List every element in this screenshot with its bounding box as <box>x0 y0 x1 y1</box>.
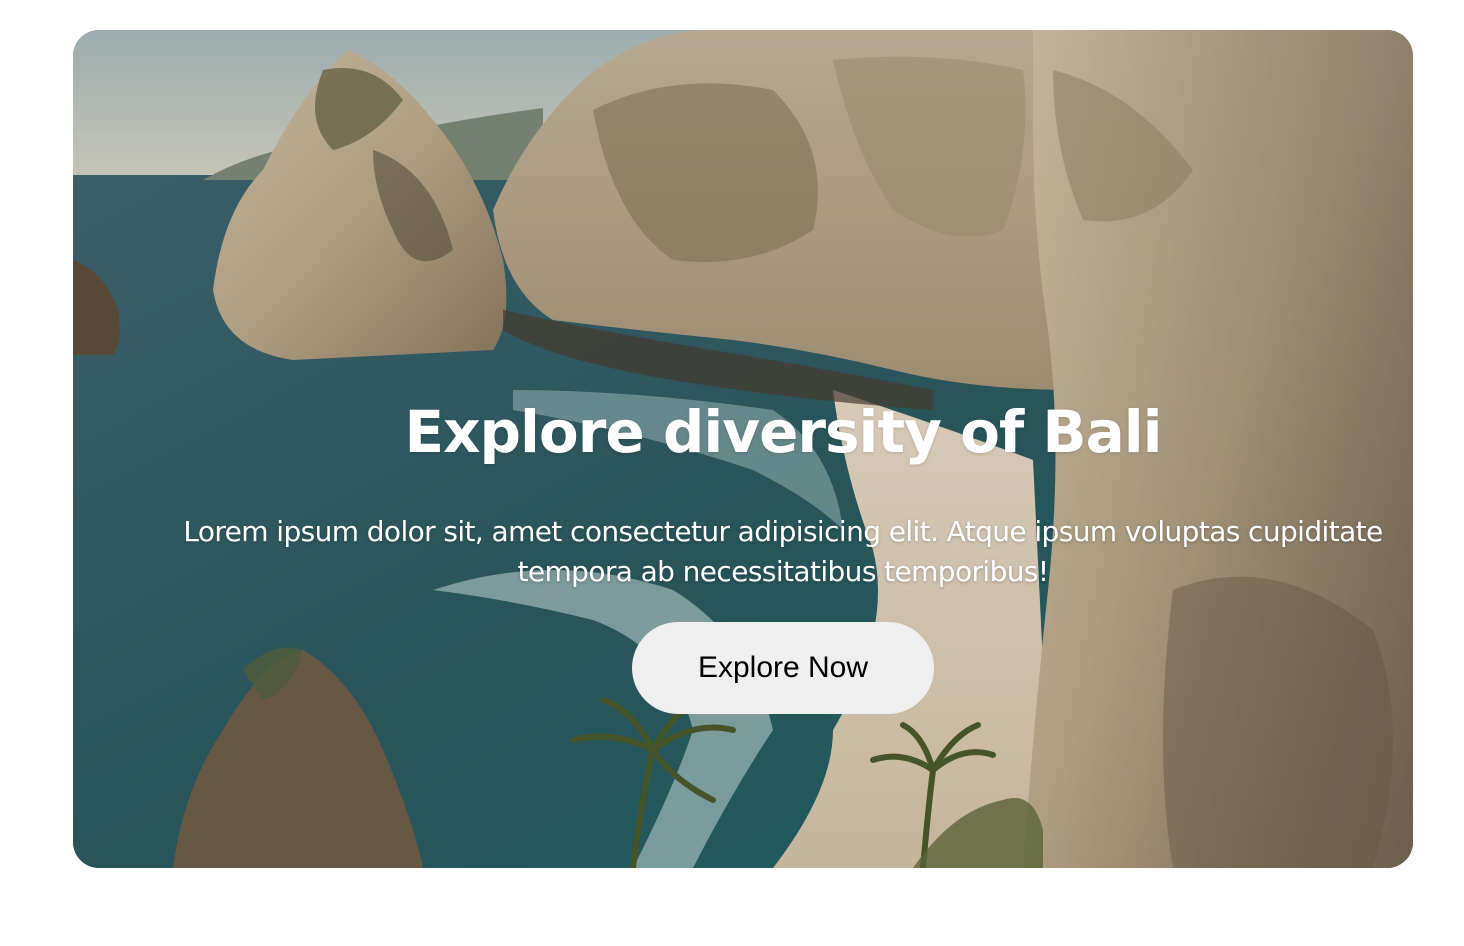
hero-banner: Explore diversity of Bali Lorem ipsum do… <box>73 30 1413 868</box>
hero-description: Lorem ipsum dolor sit, amet consectetur … <box>183 515 1383 588</box>
hero-title: Explore diversity of Bali <box>404 398 1162 466</box>
explore-now-button[interactable]: Explore Now <box>632 622 934 714</box>
